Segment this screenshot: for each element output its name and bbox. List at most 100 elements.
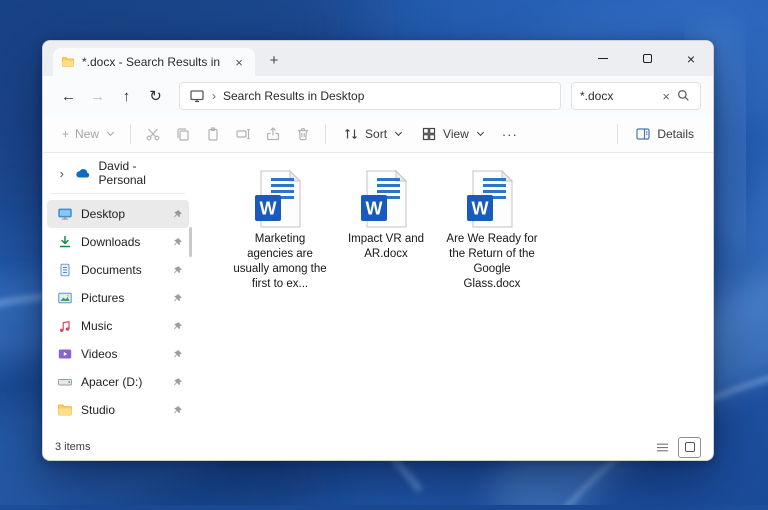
sidebar-item-pictures[interactable]: Pictures xyxy=(47,284,189,312)
pin-icon xyxy=(172,377,183,388)
word-document-icon: W xyxy=(361,169,408,228)
sidebar-item-label: Downloads xyxy=(81,235,141,249)
sidebar-separator xyxy=(51,193,185,194)
refresh-icon[interactable]: ↻ xyxy=(142,83,169,110)
word-letter: W xyxy=(260,199,277,219)
file-list: W Marketing agencies are usually among t… xyxy=(193,153,713,434)
tab-close-icon[interactable]: × xyxy=(231,55,247,70)
rename-button[interactable] xyxy=(229,120,257,148)
file-name: Impact VR and AR.docx xyxy=(347,233,425,260)
file-item[interactable]: W Marketing agencies are usually among t… xyxy=(231,169,329,292)
sidebar-item-documents[interactable]: Documents xyxy=(47,256,189,284)
view-button-label: View xyxy=(443,127,469,141)
drive-icon xyxy=(57,374,73,390)
paste-icon xyxy=(208,127,218,141)
command-toolbar: + New Sort View ··· Details xyxy=(43,116,713,153)
sidebar-scrollbar[interactable] xyxy=(189,227,192,257)
sidebar-item-label: Desktop xyxy=(81,207,126,221)
maximize-icon xyxy=(642,54,652,63)
onedrive-cloud-icon xyxy=(75,165,91,181)
sidebar-item-label: Studio xyxy=(81,403,116,417)
desktop-monitor-icon xyxy=(189,88,205,104)
pictures-icon xyxy=(57,290,73,306)
sidebar-item-videos[interactable]: Videos xyxy=(47,340,189,368)
details-pane-icon xyxy=(636,128,650,140)
window-controls: × xyxy=(581,41,713,76)
minimize-icon xyxy=(598,57,608,60)
sort-button[interactable]: Sort xyxy=(334,120,410,148)
sidebar-item-desktop[interactable]: Desktop xyxy=(47,200,189,228)
copy-button[interactable] xyxy=(169,120,197,148)
copy-icon xyxy=(177,128,189,141)
rename-icon xyxy=(236,128,250,140)
folder-icon xyxy=(61,55,75,69)
view-button[interactable]: View xyxy=(412,120,492,148)
share-icon xyxy=(266,127,280,141)
forward-icon[interactable]: → xyxy=(84,83,111,110)
chevron-down-icon xyxy=(106,128,115,137)
back-icon[interactable]: ← xyxy=(55,83,82,110)
breadcrumb-chevron-icon: › xyxy=(212,89,216,103)
paste-button[interactable] xyxy=(199,120,227,148)
share-button[interactable] xyxy=(259,120,287,148)
explorer-tab[interactable]: *.docx - Search Results in Desk × xyxy=(53,48,255,76)
cut-icon xyxy=(146,128,160,141)
pin-icon xyxy=(172,405,183,416)
pin-icon xyxy=(172,237,183,248)
sidebar-item-downloads[interactable]: Downloads xyxy=(47,228,189,256)
address-text: Search Results in Desktop xyxy=(223,89,365,103)
close-button[interactable]: × xyxy=(669,41,713,76)
sort-icon xyxy=(345,129,357,139)
music-icon xyxy=(57,318,73,334)
delete-button[interactable] xyxy=(289,120,317,148)
new-button[interactable]: + New xyxy=(53,120,122,148)
tab-title: *.docx - Search Results in Desk xyxy=(82,55,224,69)
sidebar-item-label: Pictures xyxy=(81,291,125,305)
status-bar: 3 items xyxy=(43,434,713,460)
sort-button-label: Sort xyxy=(365,127,388,141)
file-name: Are We Ready for the Return of the Googl… xyxy=(446,233,538,290)
cut-button[interactable] xyxy=(139,120,167,148)
toolbar-divider xyxy=(617,124,619,144)
toolbar-divider xyxy=(325,124,327,144)
sidebar-item-studio[interactable]: Studio xyxy=(47,396,189,424)
expand-chevron-icon[interactable]: › xyxy=(57,166,67,181)
videos-icon xyxy=(57,346,73,362)
navigation-bar: ← → ↑ ↻ › Search Results in Desktop *.do… xyxy=(43,76,713,116)
details-button-label: Details xyxy=(657,127,694,141)
sidebar-item-label: Music xyxy=(81,319,113,333)
maximize-button[interactable] xyxy=(625,41,669,76)
thumbnail-view-icon xyxy=(684,442,695,452)
minimize-button[interactable] xyxy=(581,41,625,76)
pin-icon xyxy=(172,209,183,220)
up-icon[interactable]: ↑ xyxy=(113,83,140,110)
folder-icon xyxy=(57,402,73,418)
more-options-button[interactable]: ··· xyxy=(494,127,526,142)
word-letter: W xyxy=(472,199,489,219)
address-bar[interactable]: › Search Results in Desktop xyxy=(179,82,561,110)
tab-bar: *.docx - Search Results in Desk × + × xyxy=(43,41,713,76)
details-view-button[interactable] xyxy=(653,438,671,456)
file-item[interactable]: W Impact VR and AR.docx xyxy=(337,169,435,262)
chevron-down-icon xyxy=(476,128,484,137)
search-box[interactable]: *.docx × xyxy=(571,82,701,110)
sidebar-item-apacer-drive[interactable]: Apacer (D:) xyxy=(47,368,189,396)
delete-icon xyxy=(298,128,309,141)
sidebar-item-label: Documents xyxy=(81,263,142,277)
search-input[interactable]: *.docx xyxy=(580,89,656,103)
sidebar-item-onedrive[interactable]: › David - Personal xyxy=(47,159,189,187)
new-tab-button[interactable]: + xyxy=(261,47,287,73)
sidebar-item-music[interactable]: Music xyxy=(47,312,189,340)
file-name: Marketing agencies are usually among the… xyxy=(233,233,327,290)
desktop-icon xyxy=(57,206,73,222)
clear-search-icon[interactable]: × xyxy=(662,89,670,104)
documents-icon xyxy=(57,262,73,278)
large-icons-view-button[interactable] xyxy=(678,436,701,458)
details-button[interactable]: Details xyxy=(626,120,703,148)
pin-icon xyxy=(172,265,183,276)
navigation-sidebar: › David - Personal Desktop Downloads Doc… xyxy=(43,153,193,434)
plus-icon: + xyxy=(62,127,70,141)
word-document-icon: W xyxy=(255,169,302,228)
downloads-icon xyxy=(57,234,73,250)
file-item[interactable]: W Are We Ready for the Return of the Goo… xyxy=(443,169,541,292)
